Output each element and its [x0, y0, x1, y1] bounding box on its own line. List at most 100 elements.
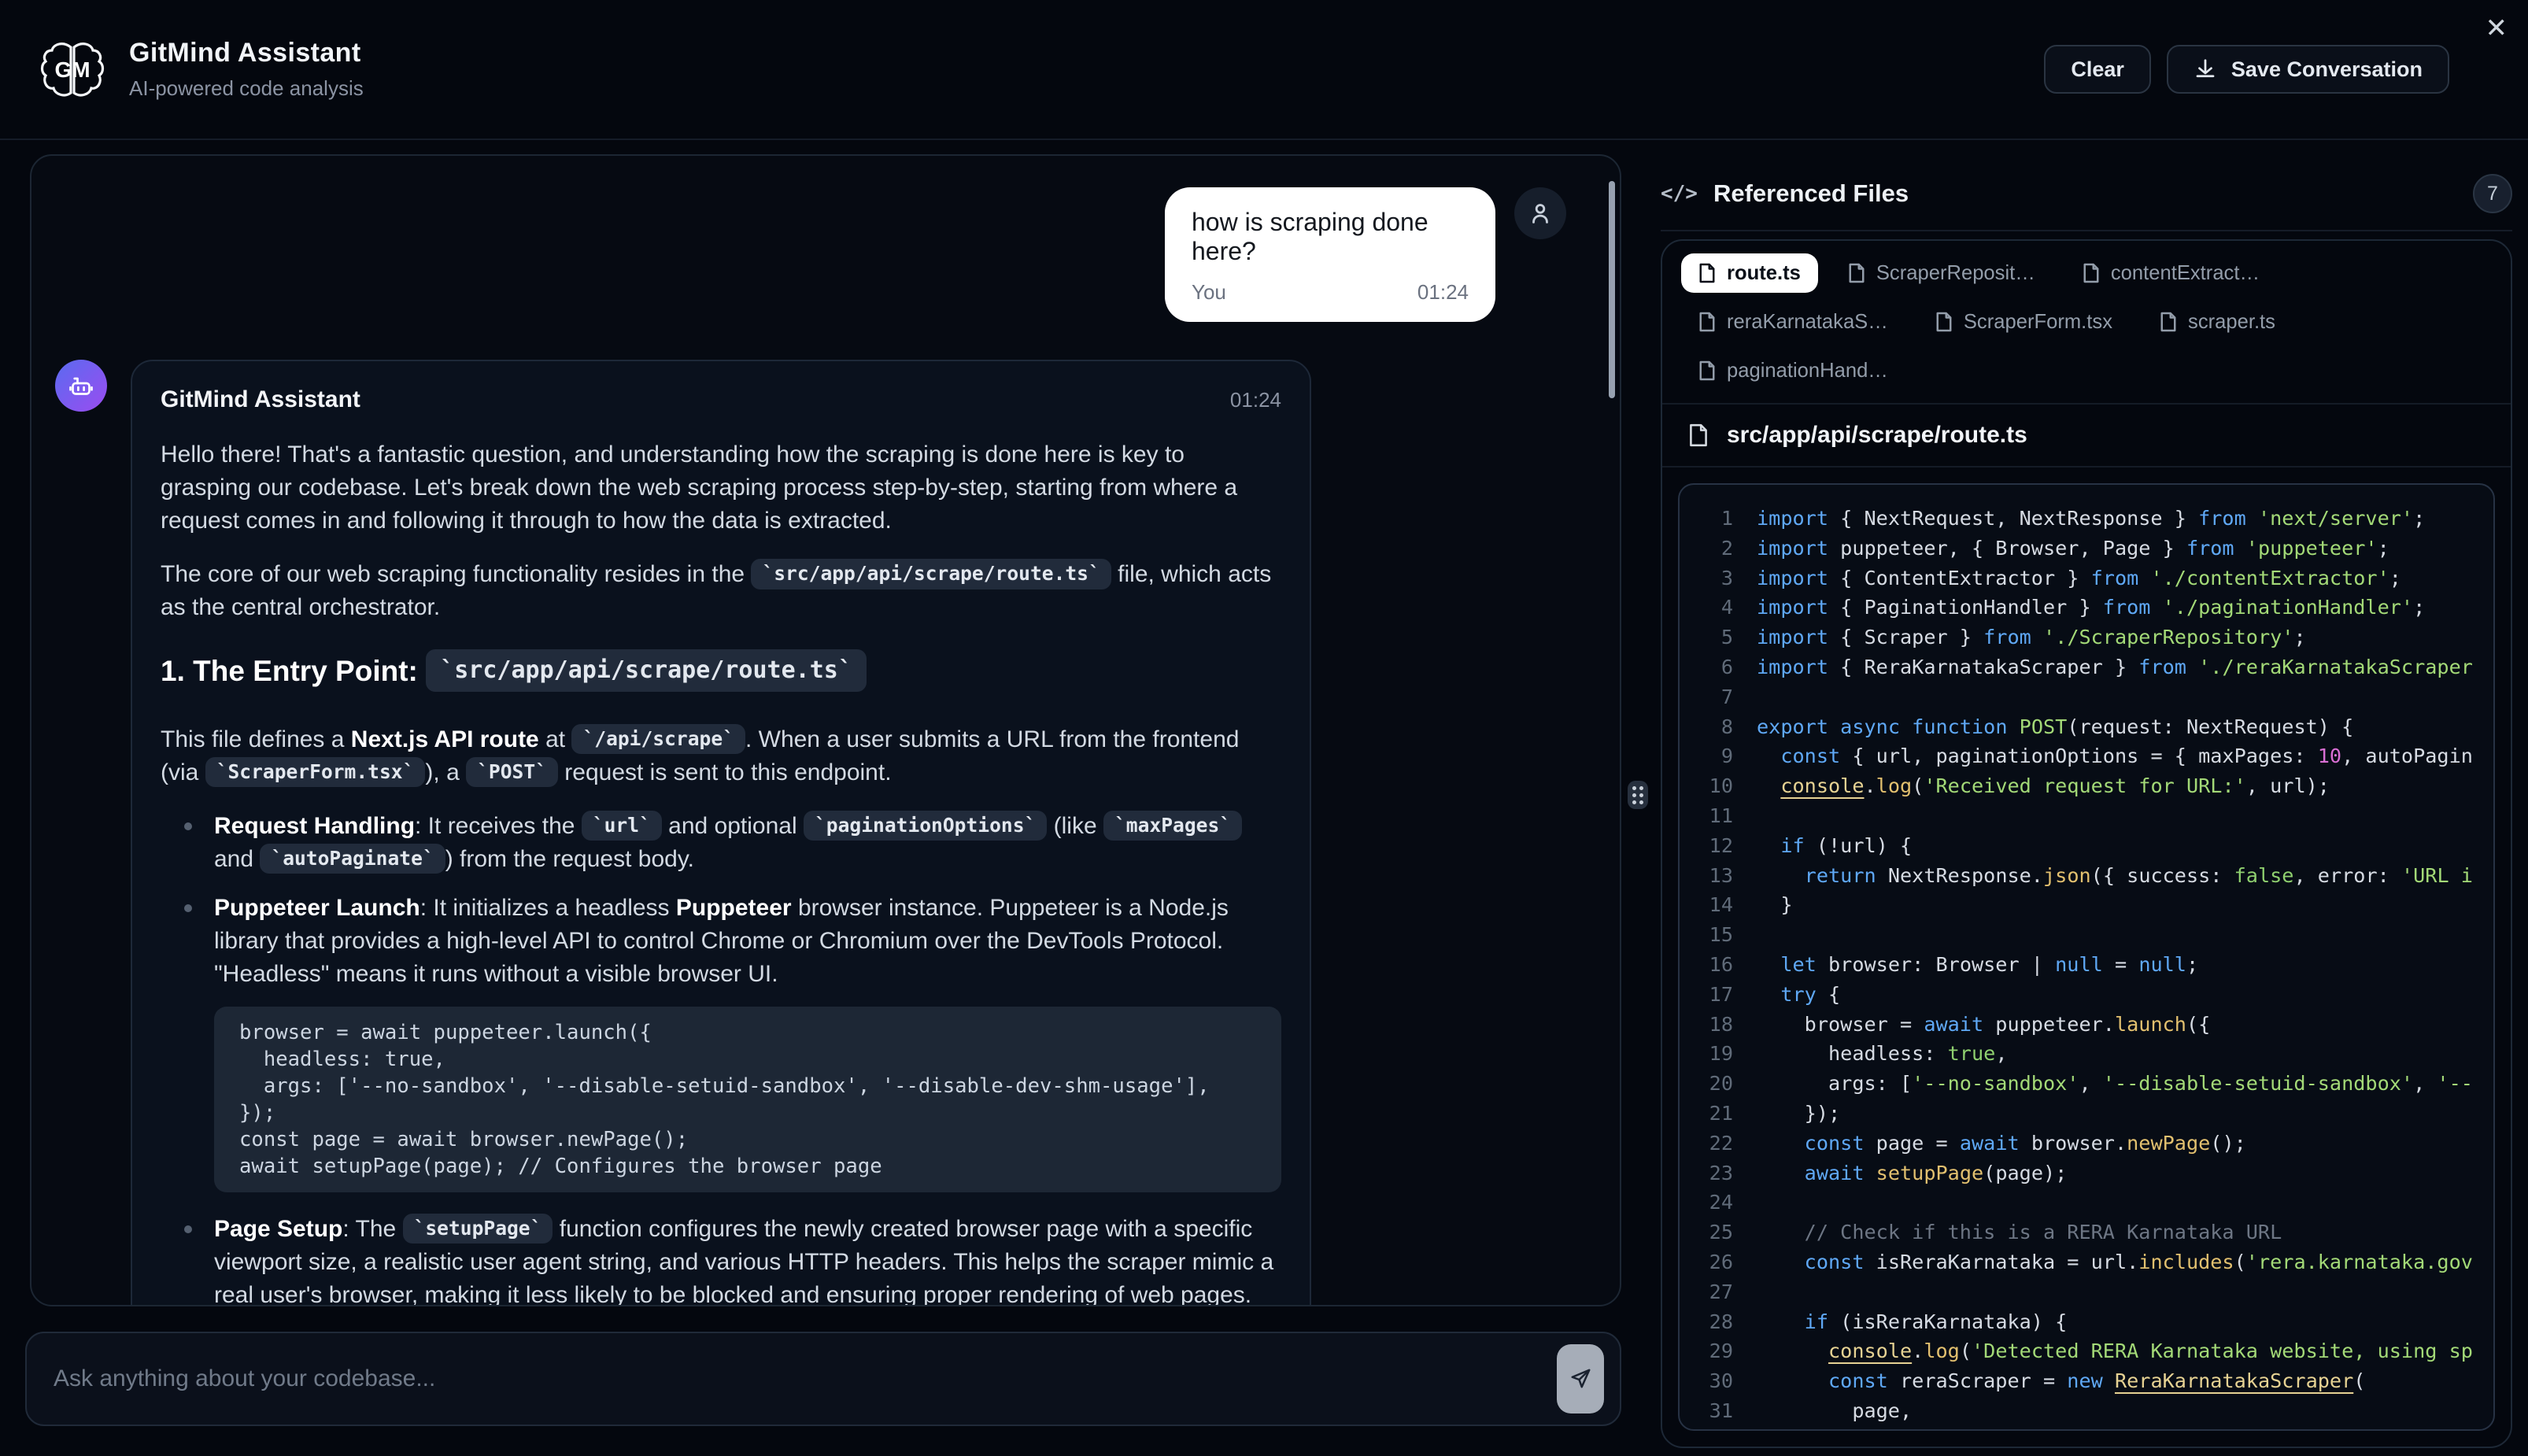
code-text: if (isReraKarnataka) {: [1733, 1307, 2493, 1337]
chat-input[interactable]: [54, 1365, 1557, 1392]
file-tab-route.ts[interactable]: route.ts: [1681, 253, 1818, 293]
header-actions: Clear Save Conversation: [2044, 45, 2449, 94]
save-conversation-button[interactable]: Save Conversation: [2167, 45, 2449, 94]
code-line: 10 console.log('Received request for URL…: [1680, 771, 2493, 801]
file-tab-ScraperForm.tsx[interactable]: ScraperForm.tsx: [1918, 302, 2130, 342]
list-item: Request Handling: It receives the `url` …: [183, 810, 1281, 876]
code-text: export async function POST(request: Next…: [1733, 712, 2493, 742]
referenced-files-divider: [1661, 230, 2512, 231]
download-icon: [2194, 57, 2217, 81]
file-path: src/app/api/scrape/route.ts: [1727, 422, 2027, 449]
line-number: 31: [1680, 1396, 1733, 1426]
code-text: let browser: Browser | null = null;: [1733, 950, 2493, 980]
line-number: 5: [1680, 623, 1733, 652]
code-line: 23 await setupPage(page);: [1680, 1159, 2493, 1188]
line-number: 28: [1680, 1307, 1733, 1337]
bold-text: Puppeteer Launch: [214, 895, 420, 921]
file-tab-scraper.ts[interactable]: scraper.ts: [2142, 302, 2293, 342]
referenced-files-header: </> Referenced Files 7: [1661, 157, 2512, 230]
code-text: headless: true,: [1733, 1039, 2493, 1069]
file-tab-label: ScraperForm.tsx: [1964, 311, 2112, 334]
inline-code: `paginationOptions`: [804, 811, 1047, 841]
bold-text: Next.js API route: [351, 726, 539, 752]
close-icon[interactable]: ✕: [2485, 13, 2508, 44]
file-tabs: route.ts ScraperReposit… contentExtract… re…: [1662, 241, 2511, 403]
line-number: 15: [1680, 920, 1733, 950]
path-divider: [1662, 466, 2511, 467]
line-number: 22: [1680, 1129, 1733, 1159]
line-number: 2: [1680, 534, 1733, 564]
code-line: 22 const page = await browser.newPage();: [1680, 1129, 2493, 1159]
code-text: await setupPage(page);: [1733, 1159, 2493, 1188]
code-text: }: [1733, 890, 2493, 920]
line-number: 1: [1680, 504, 1733, 534]
file-icon: [2083, 262, 2100, 284]
panel-resize-grip[interactable]: [1628, 781, 1648, 809]
app-title: GitMind Assistant: [129, 38, 364, 68]
code-line: 8export async function POST(request: Nex…: [1680, 712, 2493, 742]
bullet-list: Request Handling: It receives the `url` …: [161, 810, 1281, 991]
line-number: 3: [1680, 564, 1733, 593]
code-viewer[interactable]: 1import { NextRequest, NextResponse } fr…: [1678, 483, 2495, 1431]
paragraph: Hello there! That's a fantastic question…: [161, 438, 1281, 538]
file-tab-label: route.ts: [1727, 262, 1801, 285]
line-number: 25: [1680, 1218, 1733, 1247]
inline-code: `src/app/api/scrape/route.ts`: [751, 559, 1111, 589]
code-line: 21 });: [1680, 1099, 2493, 1129]
file-icon: [2160, 311, 2177, 333]
code-text: return NextResponse.json({ success: fals…: [1733, 861, 2493, 891]
code-text: // Check if this is a RERA Karnataka URL: [1733, 1218, 2493, 1247]
file-icon: [1698, 311, 1716, 333]
line-number: 12: [1680, 831, 1733, 861]
chat-scrollbar-thumb[interactable]: [1609, 181, 1615, 398]
clear-button[interactable]: Clear: [2044, 45, 2151, 94]
code-text: console.log('Detected RERA Karnataka web…: [1733, 1336, 2493, 1366]
inline-code: `maxPages`: [1103, 811, 1242, 841]
robot-icon: [67, 371, 95, 400]
file-icon: [1698, 262, 1716, 284]
file-tab-reraKarnatakaS[interactable]: reraKarnatakaS…: [1681, 302, 1905, 342]
code-text: const page = await browser.newPage();: [1733, 1129, 2493, 1159]
chat-panel: how is scraping done here? You 01:24: [30, 154, 1621, 1306]
person-icon: [1527, 200, 1554, 227]
line-number: 4: [1680, 593, 1733, 623]
text: request is sent to this endpoint.: [558, 759, 892, 785]
line-number: 20: [1680, 1069, 1733, 1099]
code-line: 20 args: ['--no-sandbox', '--disable-set…: [1680, 1069, 2493, 1099]
file-tab-contentExtract[interactable]: contentExtract…: [2065, 253, 2277, 293]
user-message-row: how is scraping done here? You 01:24: [55, 187, 1566, 322]
text: Hello there! That's a fantastic question…: [161, 442, 1237, 534]
code-text: const reraScraper = new ReraKarnatakaScr…: [1733, 1366, 2493, 1396]
code-line: 14 }: [1680, 890, 2493, 920]
bold-text: Request Handling: [214, 813, 415, 839]
file-tab-paginationHand[interactable]: paginationHand…: [1681, 351, 1905, 390]
line-number: 9: [1680, 741, 1733, 771]
list-item: Page Setup: The `setupPage` function con…: [183, 1213, 1281, 1306]
file-tab-label: contentExtract…: [2111, 262, 2260, 285]
gitmind-logo-brain-icon: GM: [38, 35, 107, 104]
code-text: import puppeteer, { Browser, Page } from…: [1733, 534, 2493, 564]
text: : The: [342, 1216, 402, 1242]
chat-input-bar: [25, 1332, 1621, 1426]
text: and optional: [662, 813, 804, 839]
send-button[interactable]: [1557, 1344, 1604, 1414]
assistant-avatar: [55, 360, 107, 412]
file-tab-label: scraper.ts: [2188, 311, 2275, 334]
user-message-meta: You 01:24: [1192, 280, 1469, 305]
bold-text: Puppeteer: [676, 895, 792, 921]
text: and: [214, 846, 260, 872]
assistant-message-card: GitMind Assistant 01:24 Hello there! Tha…: [131, 360, 1311, 1305]
code-line: 2import puppeteer, { Browser, Page } fro…: [1680, 534, 2493, 564]
text: The core of our web scraping functionali…: [161, 561, 751, 587]
paragraph: This file defines a Next.js API route at…: [161, 723, 1281, 789]
user-avatar: [1514, 187, 1566, 239]
assistant-message-header: GitMind Assistant 01:24: [161, 386, 1281, 413]
text: : It receives the: [415, 813, 582, 839]
file-tab-ScraperReposit[interactable]: ScraperReposit…: [1831, 253, 2053, 293]
code-text: args: ['--no-sandbox', '--disable-setuid…: [1733, 1069, 2493, 1099]
referenced-files-count-badge: 7: [2473, 174, 2512, 213]
line-number: 8: [1680, 712, 1733, 742]
code-line: 18 browser = await puppeteer.launch({: [1680, 1010, 2493, 1040]
code-line: 19 headless: true,: [1680, 1039, 2493, 1069]
inline-code: `autoPaginate`: [260, 844, 445, 874]
